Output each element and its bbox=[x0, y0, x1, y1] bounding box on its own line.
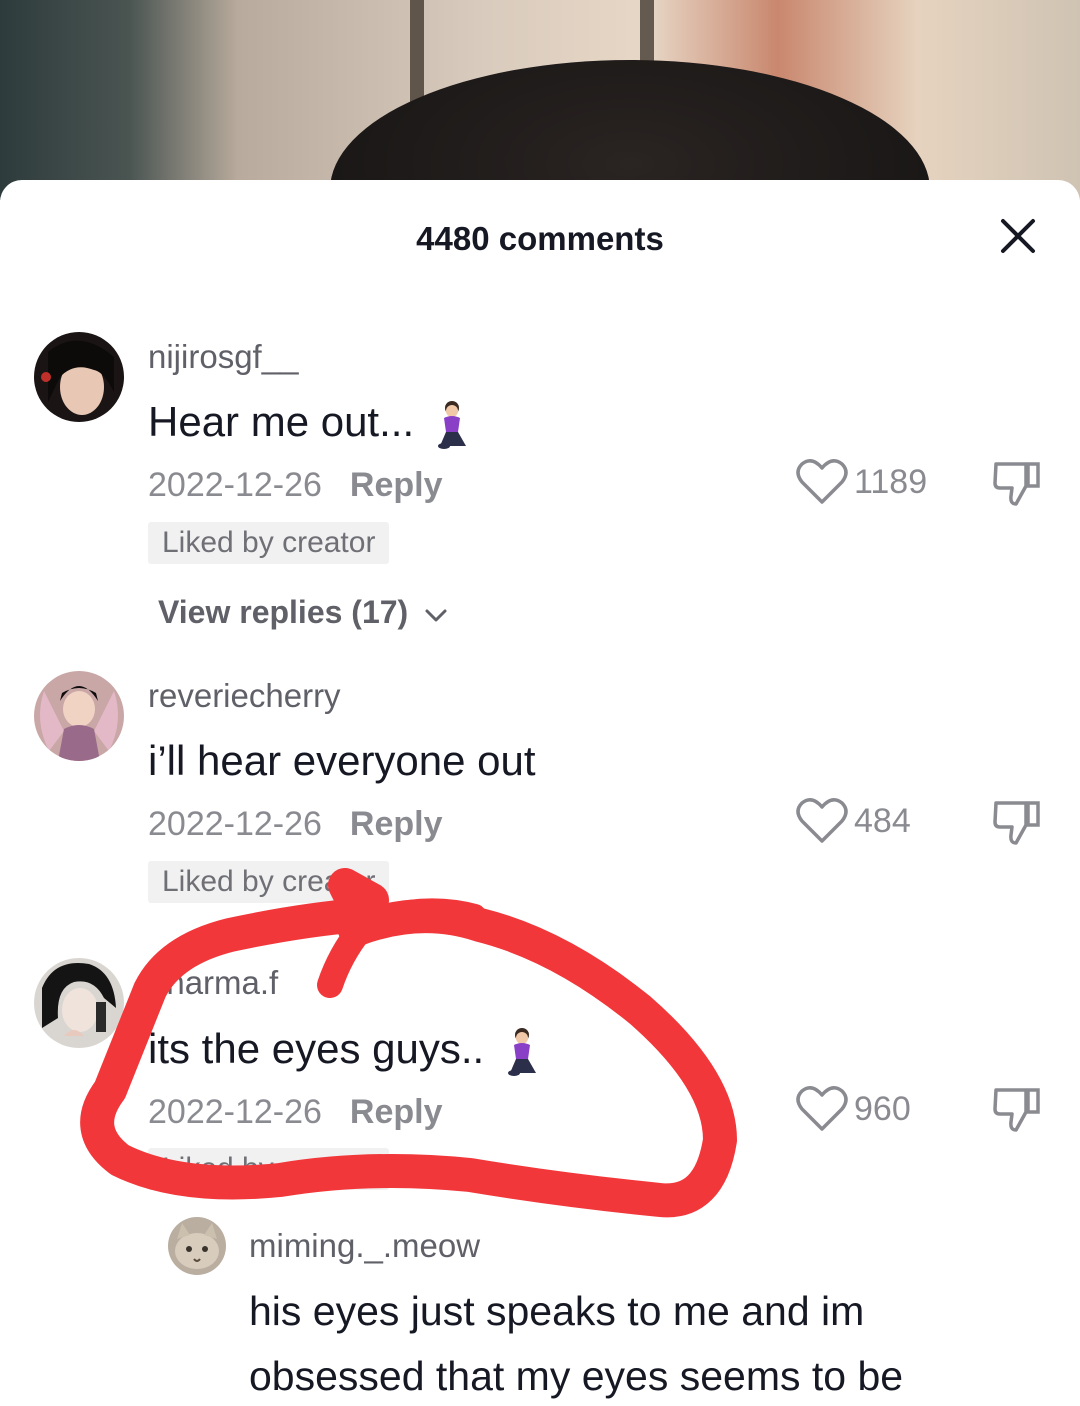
like-count: 1189 bbox=[854, 462, 928, 501]
like-count: 484 bbox=[854, 801, 911, 840]
avatar[interactable] bbox=[34, 332, 124, 422]
reply-button[interactable]: Reply bbox=[350, 805, 443, 843]
comment-date: 2022-12-26 bbox=[148, 805, 322, 843]
comment-username[interactable]: dharma.f bbox=[148, 964, 278, 1002]
comment-date: 2022-12-26 bbox=[148, 466, 322, 504]
liked-by-creator-badge: Liked by creator bbox=[148, 1148, 390, 1190]
comment-text-content: its the eyes guys.. bbox=[148, 1025, 485, 1072]
comment-text: Hear me out... bbox=[148, 398, 472, 450]
video-background[interactable] bbox=[0, 0, 1080, 200]
reply-username[interactable]: miming._.meow bbox=[249, 1227, 480, 1265]
comment-text: its the eyes guys.. bbox=[148, 1025, 542, 1077]
reply-button[interactable]: Reply bbox=[350, 1093, 443, 1131]
kneeling-person-icon bbox=[508, 1027, 537, 1076]
chevron-down-icon bbox=[425, 609, 447, 622]
dislike-icon[interactable] bbox=[992, 797, 1042, 847]
dislike-icon[interactable] bbox=[992, 1084, 1042, 1134]
avatar[interactable] bbox=[34, 958, 124, 1048]
like-button[interactable]: 960 bbox=[796, 1085, 911, 1133]
reply-text-line: his eyes just speaks to me and im bbox=[249, 1288, 865, 1334]
heart-icon bbox=[796, 798, 848, 843]
like-count: 960 bbox=[854, 1089, 911, 1128]
comment-meta: 2022-12-26 Reply bbox=[148, 1093, 443, 1132]
kneeling-person-icon bbox=[438, 400, 467, 449]
heart-icon bbox=[796, 459, 848, 504]
liked-by-creator-badge: Liked by creator bbox=[148, 522, 390, 564]
avatar[interactable] bbox=[34, 671, 124, 761]
comment-username[interactable]: reveriecherry bbox=[148, 677, 341, 715]
comment-meta: 2022-12-26 Reply bbox=[148, 805, 443, 844]
comment-meta: 2022-12-26 Reply bbox=[148, 466, 443, 505]
view-replies-button[interactable]: View replies (17) bbox=[158, 594, 449, 631]
reply-button[interactable]: Reply bbox=[350, 466, 443, 504]
view-replies-label: View replies (17) bbox=[158, 594, 409, 630]
dislike-icon[interactable] bbox=[992, 458, 1042, 508]
comment-username[interactable]: nijirosgf__ bbox=[148, 338, 298, 376]
heart-icon bbox=[796, 1086, 848, 1131]
avatar-image bbox=[34, 958, 124, 1048]
reply-text-line: obsessed that my eyes seems to be bbox=[249, 1353, 904, 1399]
avatar-image bbox=[168, 1217, 226, 1275]
avatar-image bbox=[34, 332, 124, 422]
liked-by-creator-badge: Liked by creator bbox=[148, 861, 390, 903]
comment-text: i’ll hear everyone out bbox=[148, 737, 536, 784]
like-button[interactable]: 484 bbox=[796, 797, 911, 845]
comment-date: 2022-12-26 bbox=[148, 1093, 322, 1131]
comments-count-title: 4480 comments bbox=[416, 220, 664, 257]
avatar-image bbox=[34, 671, 124, 761]
like-button[interactable]: 1189 bbox=[796, 458, 927, 506]
close-icon[interactable] bbox=[998, 216, 1038, 256]
reply-avatar[interactable] bbox=[168, 1217, 226, 1275]
comment-text-content: Hear me out... bbox=[148, 398, 415, 445]
